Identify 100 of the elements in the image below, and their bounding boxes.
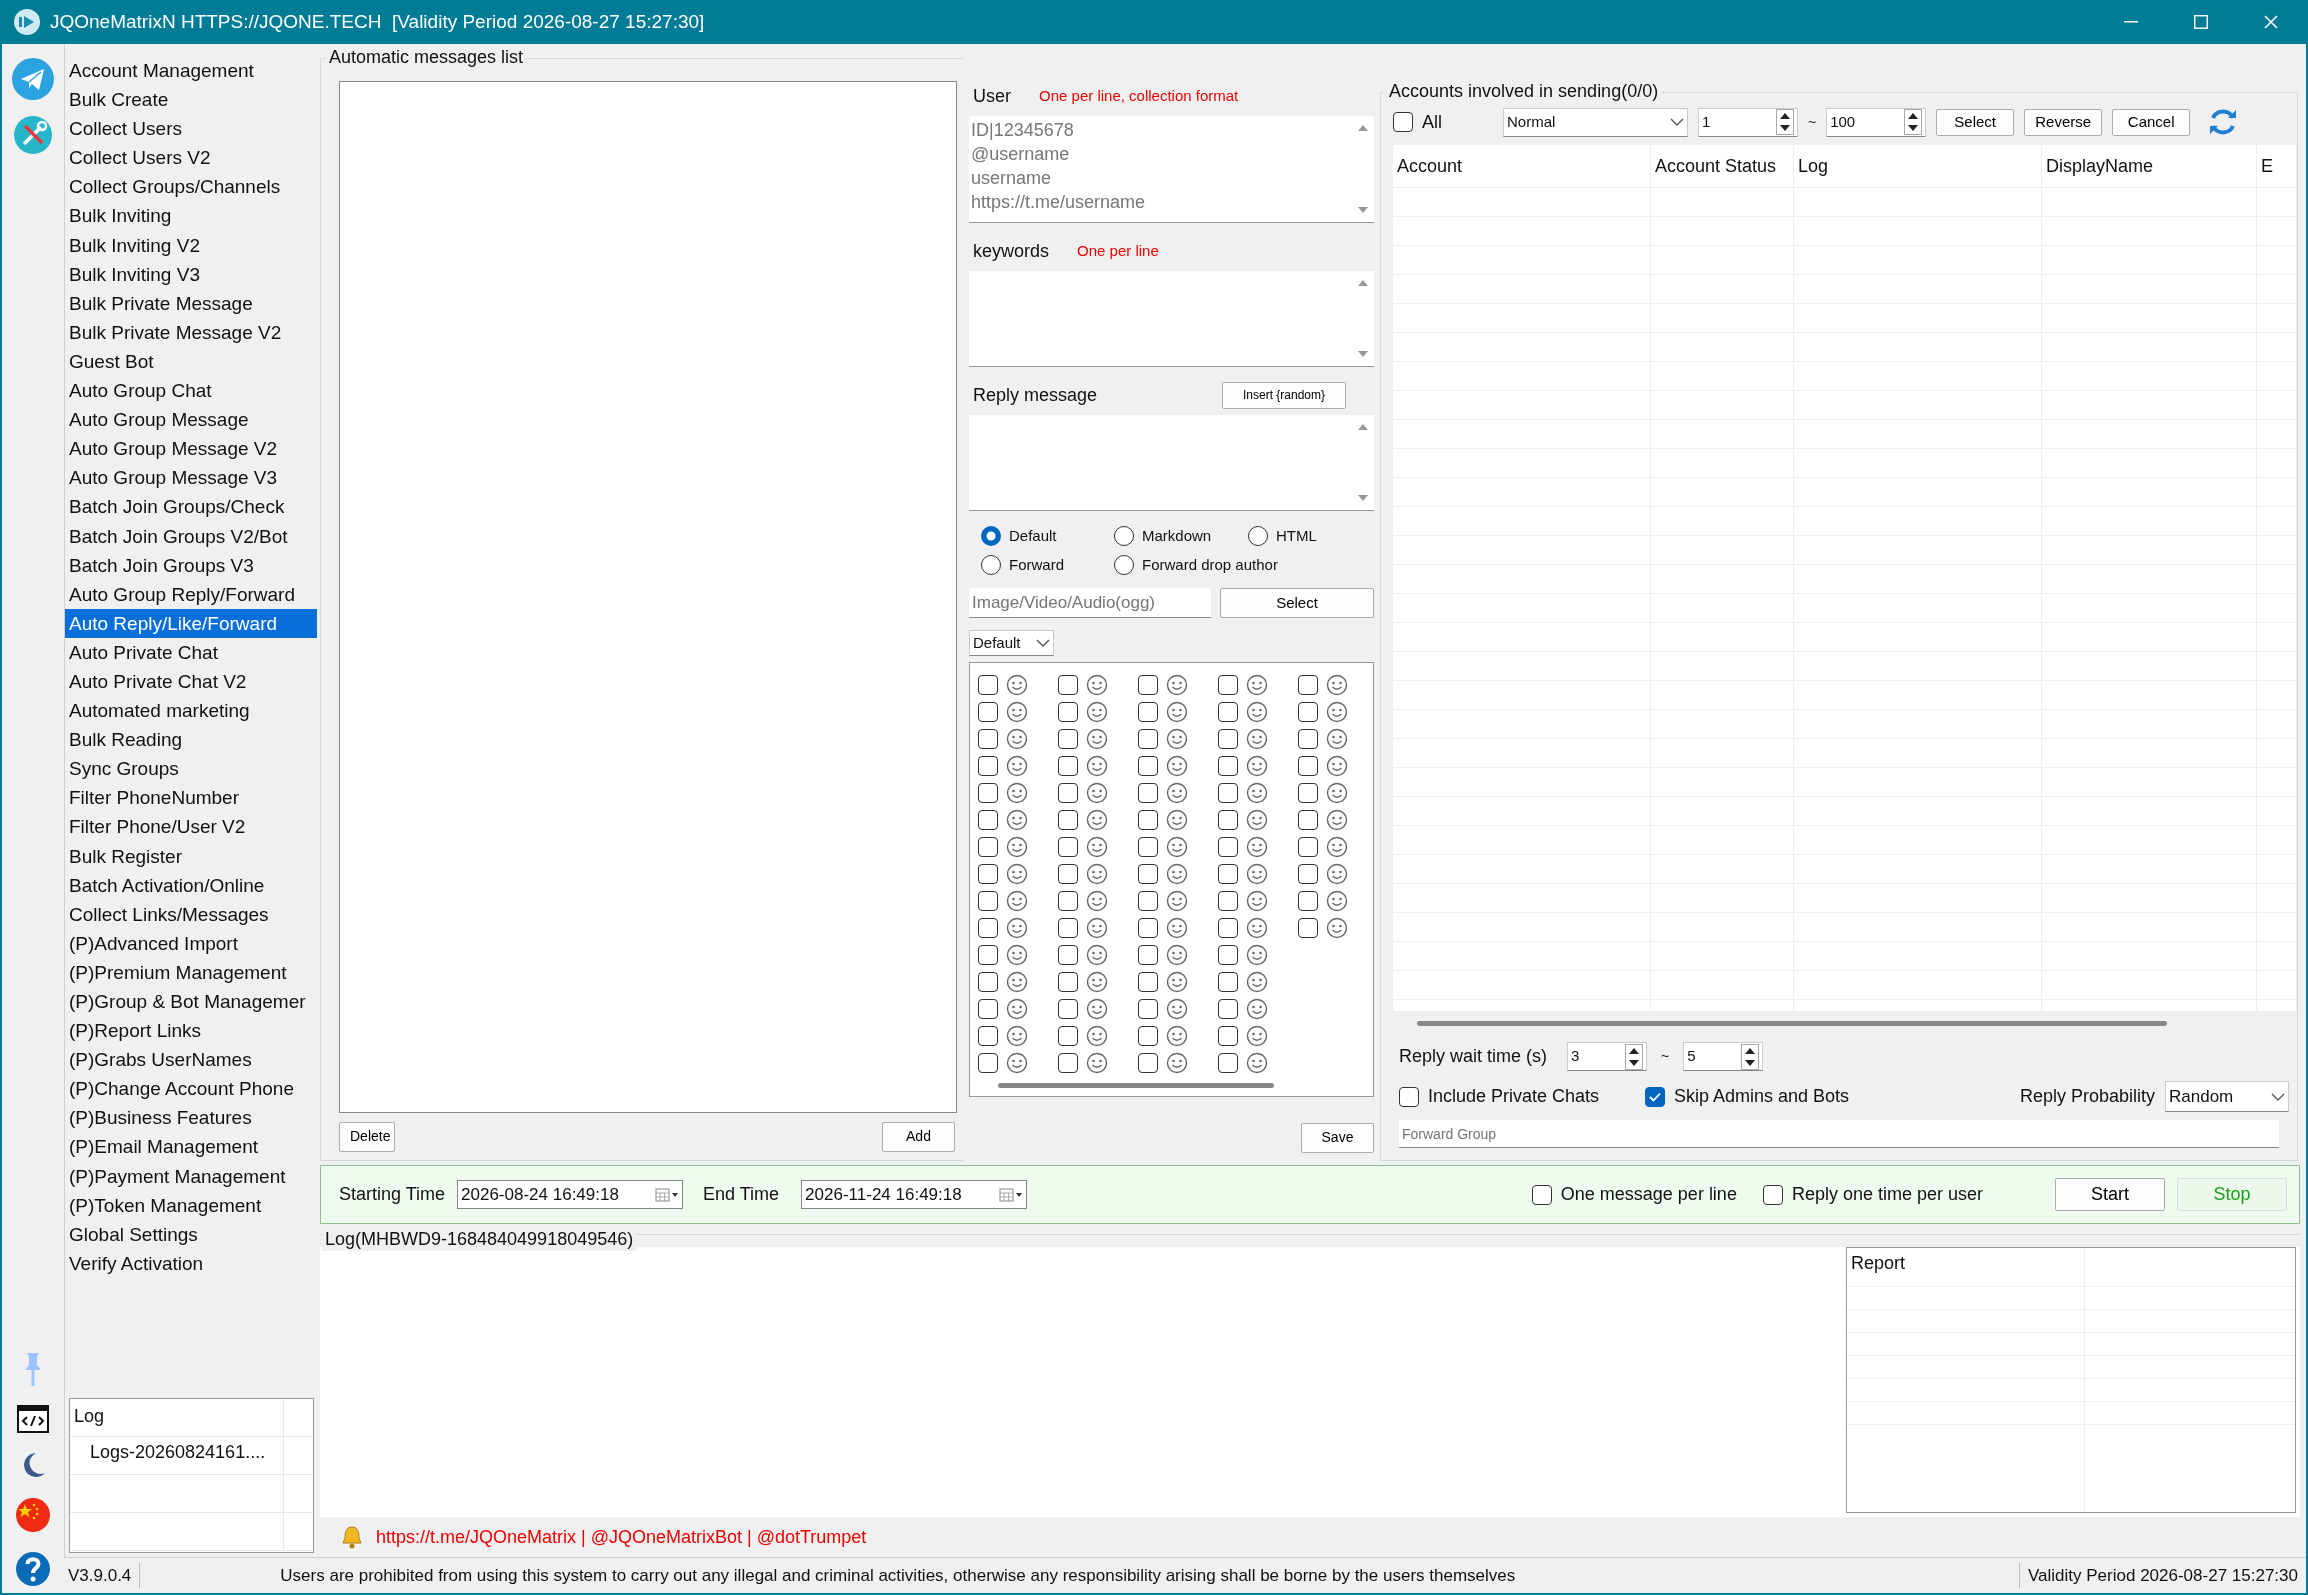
sidebar-item[interactable]: Auto Group Message V2 <box>65 434 317 464</box>
sidebar-item[interactable]: Auto Private Chat <box>65 637 317 667</box>
checkbox[interactable] <box>978 701 998 722</box>
spinner-icon[interactable] <box>1625 1043 1643 1070</box>
sidebar-item[interactable]: Bulk Private Message <box>65 288 317 318</box>
sidebar-item[interactable]: (P)Report Links <box>65 1016 317 1046</box>
checkbox[interactable] <box>1058 1052 1078 1073</box>
radio-option[interactable]: Default <box>981 525 1057 548</box>
checkbox[interactable] <box>1218 917 1238 938</box>
sidebar-item[interactable]: (P)Group & Bot Managemer <box>65 987 317 1017</box>
checkbox[interactable] <box>1298 674 1318 695</box>
date-field[interactable]: 2026-11-24 16:49:18 <box>801 1180 1028 1209</box>
checkbox[interactable] <box>1138 917 1158 938</box>
checkbox[interactable] <box>1058 863 1078 884</box>
checkbox[interactable] <box>1138 971 1158 992</box>
all-checkbox[interactable]: All <box>1393 108 1493 136</box>
sidebar-item[interactable]: Collect Links/Messages <box>65 899 317 929</box>
checkbox[interactable] <box>1218 701 1238 722</box>
sidebar-item[interactable]: Batch Join Groups V3 <box>65 550 317 580</box>
checkbox[interactable] <box>1058 674 1078 695</box>
text-area[interactable]: ID|12345678 @username username https://t.me/username <box>969 116 1374 223</box>
spinner-icon[interactable] <box>1741 1043 1760 1070</box>
checkbox[interactable] <box>1138 836 1158 857</box>
sidebar-item[interactable]: (P)Email Management <box>65 1132 317 1162</box>
checkbox[interactable] <box>1138 674 1158 695</box>
sidebar-item[interactable]: Auto Group Chat <box>65 376 317 406</box>
sidebar-item[interactable]: (P)Business Features <box>65 1103 317 1133</box>
select-button[interactable]: Select <box>1936 108 2015 136</box>
sidebar-item[interactable]: Guest Bot <box>65 346 317 377</box>
checkbox[interactable] <box>1218 728 1238 749</box>
checkbox[interactable] <box>1058 809 1078 830</box>
refresh-icon[interactable] <box>2208 107 2239 137</box>
radio-option[interactable]: Forward <box>981 553 1064 576</box>
forward-group-field[interactable]: Forward Group <box>1399 1120 2279 1148</box>
sidebar-item[interactable]: Verify Activation <box>65 1248 317 1278</box>
checkbox[interactable] <box>1218 1052 1238 1073</box>
sidebar-item[interactable]: Bulk Inviting <box>65 201 317 231</box>
sidebar-item[interactable]: Auto Group Message V3 <box>65 463 317 493</box>
start-button[interactable]: Start <box>2055 1178 2165 1211</box>
checkbox[interactable] <box>978 890 998 911</box>
number-field[interactable]: 3 <box>1567 1042 1647 1071</box>
sidebar-item[interactable]: Automated marketing <box>65 696 317 726</box>
checkbox[interactable] <box>1218 836 1238 857</box>
sidebar-item[interactable]: Auto Group Message <box>65 405 317 435</box>
sidebar-item[interactable]: Collect Users <box>65 114 317 144</box>
checkbox[interactable] <box>1218 890 1238 911</box>
checkbox[interactable] <box>1298 755 1318 776</box>
checkbox[interactable] <box>978 998 998 1019</box>
checkbox[interactable] <box>1058 836 1078 857</box>
checkbox[interactable] <box>1218 863 1238 884</box>
tools-icon[interactable] <box>14 116 52 154</box>
help-icon[interactable] <box>15 1551 51 1587</box>
media-file-field[interactable]: Image/Video/Audio(ogg) <box>969 588 1211 618</box>
sidebar-item[interactable]: Collect Users V2 <box>65 143 317 173</box>
sidebar-item[interactable]: Auto Group Reply/Forward <box>65 579 317 609</box>
checkbox[interactable] <box>1645 1086 1665 1107</box>
checkbox[interactable] <box>1138 728 1158 749</box>
checkbox[interactable] <box>1298 809 1318 830</box>
checkbox[interactable] <box>978 728 998 749</box>
probability-dropdown[interactable]: Random <box>2165 1081 2289 1112</box>
sidebar-item[interactable]: Bulk Inviting V3 <box>65 259 317 289</box>
checkbox[interactable] <box>1058 971 1078 992</box>
checkbox[interactable] <box>1218 809 1238 830</box>
number-field[interactable]: 5 <box>1683 1042 1764 1071</box>
checkbox[interactable] <box>1138 1025 1158 1046</box>
sidebar-item[interactable]: Batch Activation/Online <box>65 870 317 900</box>
checkbox[interactable] <box>1138 755 1158 776</box>
checkbox[interactable] <box>1058 917 1078 938</box>
sidebar-item[interactable]: Filter Phone/User V2 <box>65 812 317 842</box>
checkbox[interactable] <box>1762 1184 1783 1205</box>
checkbox[interactable] <box>1218 782 1238 803</box>
option-checkbox[interactable]: Reply one time per user <box>1762 1181 1983 1208</box>
number-field[interactable]: 100 <box>1826 107 1927 137</box>
checkbox[interactable] <box>978 863 998 884</box>
checkbox[interactable] <box>1218 1025 1238 1046</box>
checkbox[interactable] <box>978 782 998 803</box>
column-header[interactable]: Report <box>1847 1248 2084 1287</box>
checkbox[interactable] <box>978 944 998 965</box>
scrollbar[interactable] <box>1417 1021 2167 1026</box>
checkbox[interactable] <box>1138 782 1158 803</box>
sidebar-item[interactable]: (P)Premium Management <box>65 957 317 987</box>
checkbox[interactable] <box>978 674 998 695</box>
sidebar-item[interactable]: Bulk Create <box>65 85 317 115</box>
sidebar-item[interactable]: Sync Groups <box>65 754 317 784</box>
column-header[interactable]: DisplayName <box>2042 145 2257 187</box>
sidebar-item[interactable]: Batch Join Groups/Check <box>65 492 317 522</box>
sidebar-item[interactable]: Batch Join Groups V2/Bot <box>65 521 317 551</box>
checkbox[interactable] <box>978 755 998 776</box>
checkbox[interactable] <box>978 1052 998 1073</box>
sidebar-item[interactable]: Bulk Reading <box>65 725 317 755</box>
sidebar-item[interactable]: Auto Private Chat V2 <box>65 666 317 697</box>
checkbox[interactable] <box>1058 890 1078 911</box>
mode-dropdown[interactable]: Normal <box>1503 107 1688 137</box>
paper-plane-icon[interactable] <box>12 58 54 100</box>
checkbox[interactable] <box>1531 1184 1552 1205</box>
code-window-icon[interactable] <box>17 1405 49 1433</box>
sidebar-item[interactable]: Filter PhoneNumber <box>65 783 317 813</box>
spinner-icon[interactable] <box>1904 109 1923 135</box>
checkbox[interactable] <box>1058 1025 1078 1046</box>
checkbox[interactable] <box>1058 755 1078 776</box>
